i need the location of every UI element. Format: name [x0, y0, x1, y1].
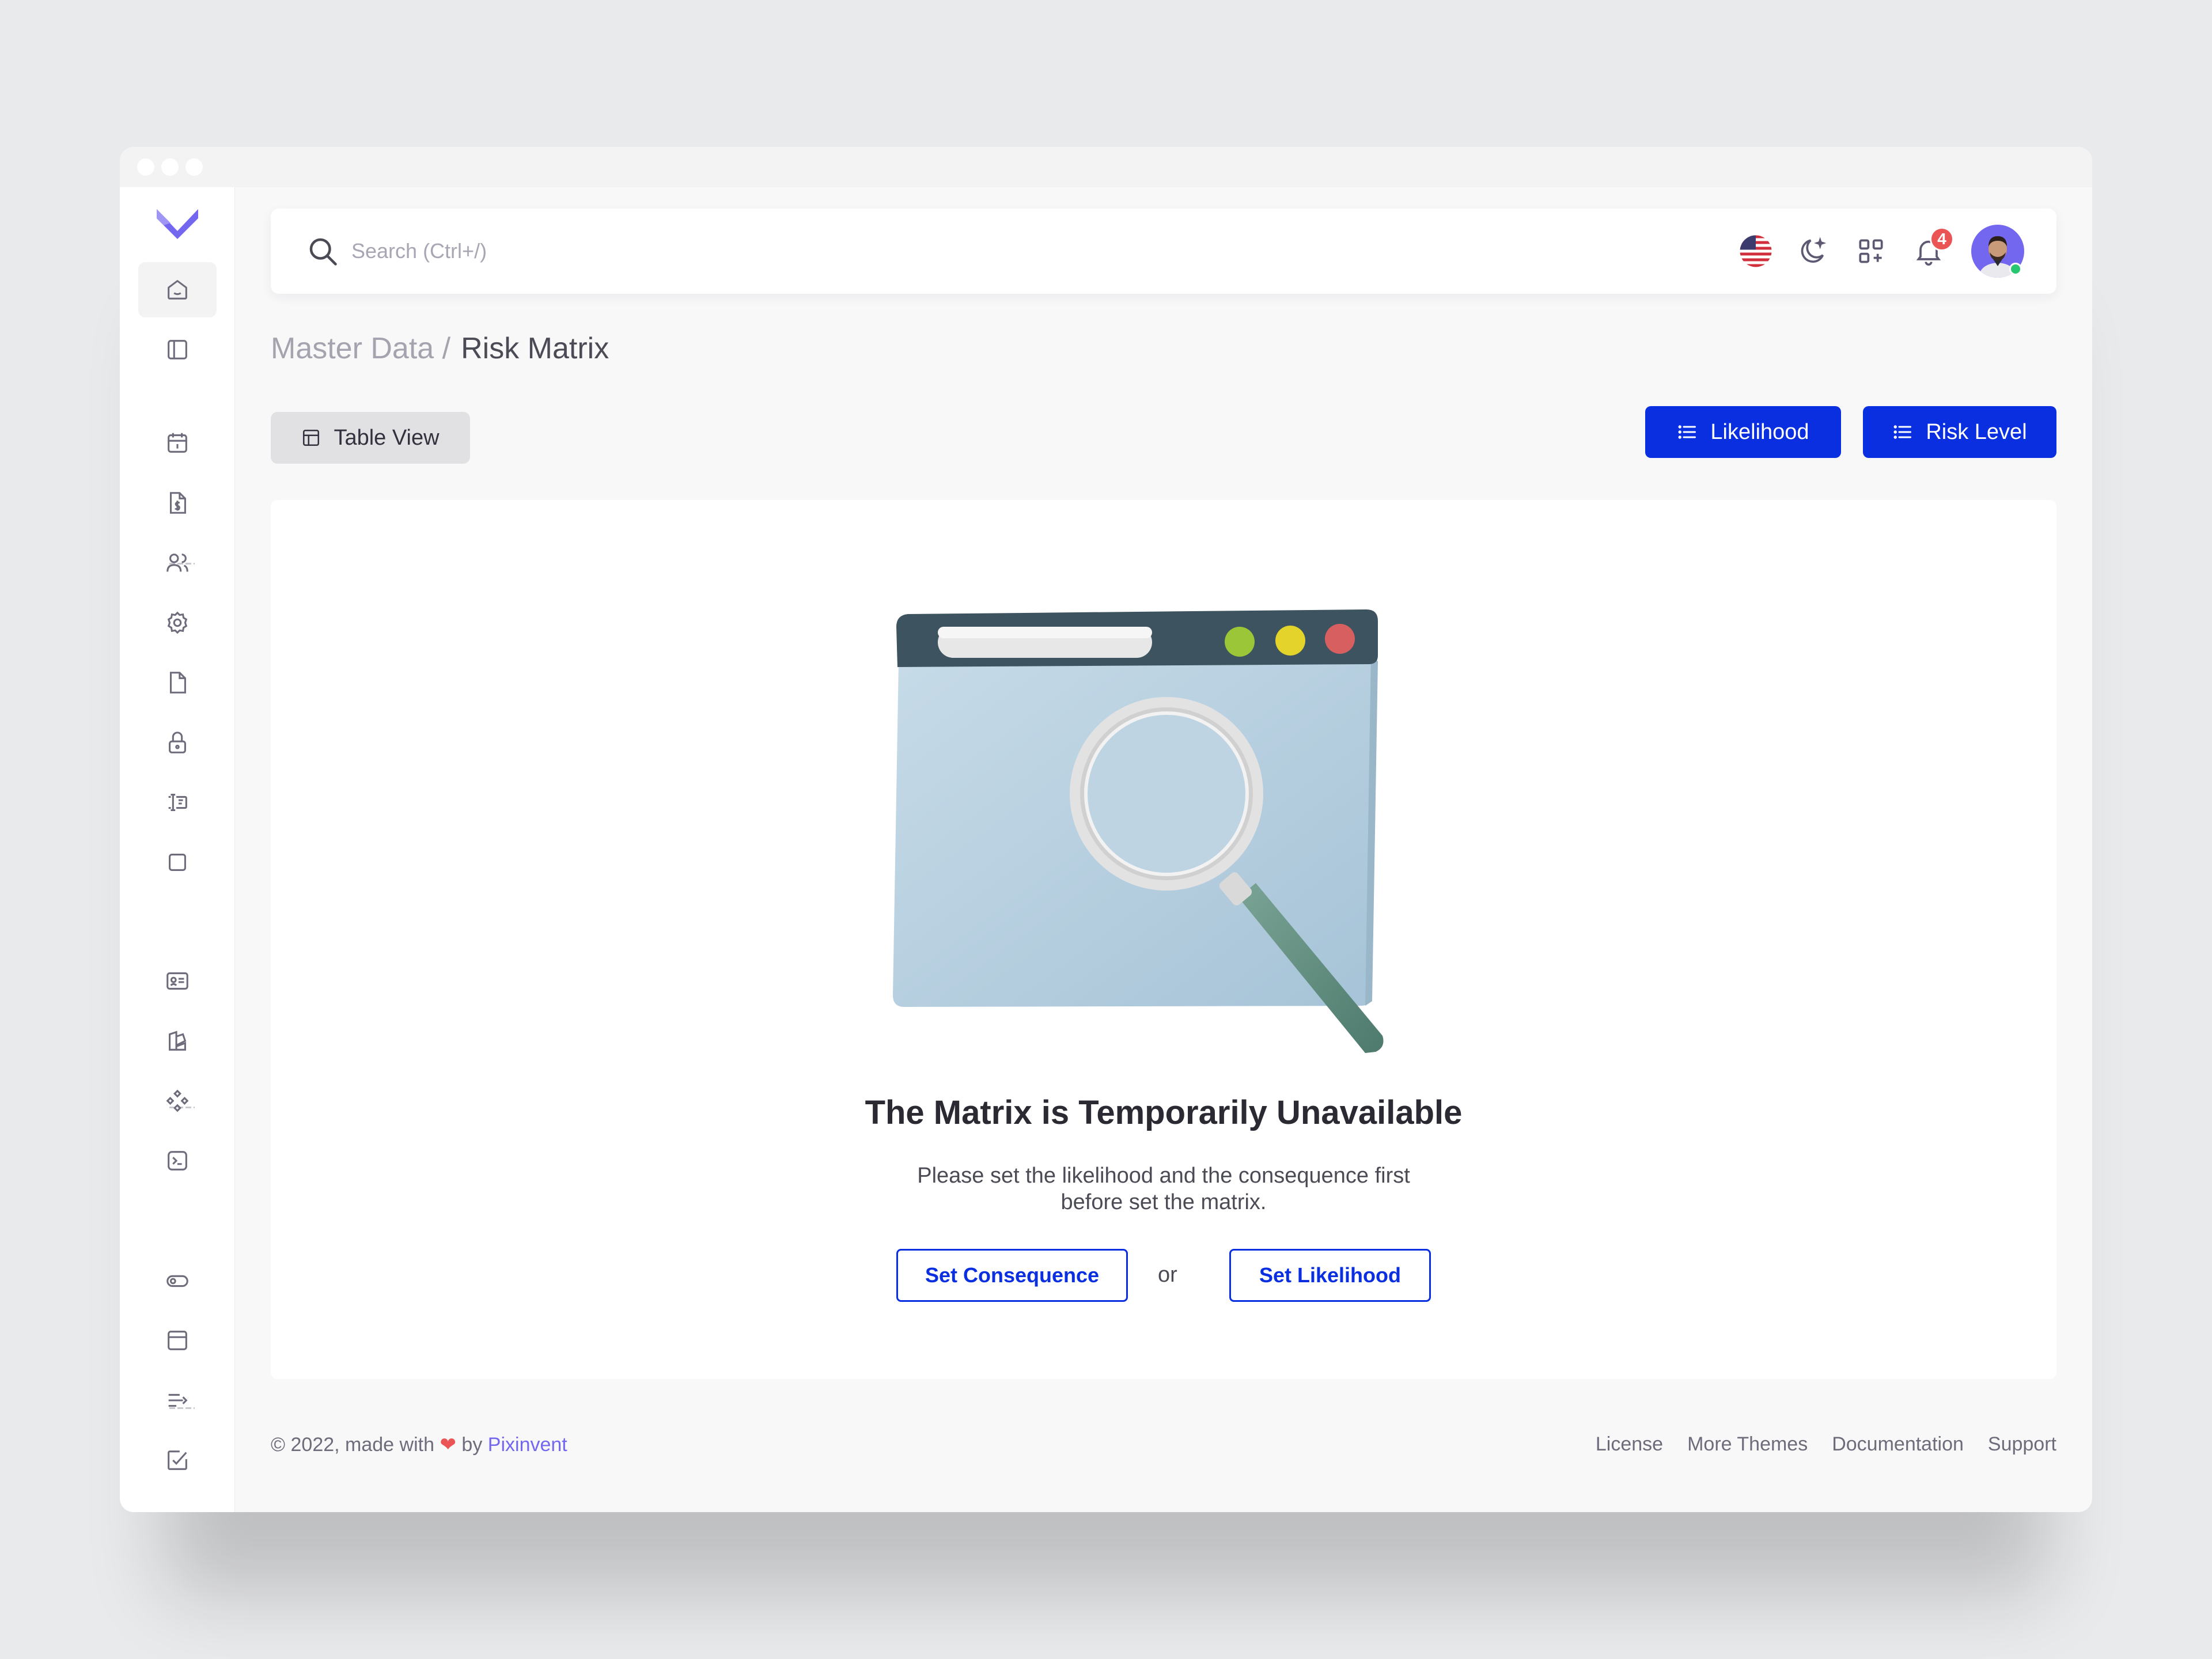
description-line: before set the matrix.	[1060, 1190, 1267, 1214]
breadcrumb: Master Data / Risk Matrix	[271, 331, 609, 366]
sidebar-item-ui[interactable]	[138, 1013, 217, 1069]
heart-icon: ❤	[440, 1434, 456, 1456]
user-avatar[interactable]	[1971, 225, 2024, 278]
search-icon[interactable]	[305, 234, 340, 268]
lock-icon	[169, 732, 186, 753]
toggle-icon	[166, 1275, 188, 1287]
calendar-icon	[168, 433, 187, 453]
sidebar-item-blank[interactable]	[138, 835, 217, 890]
risk-level-label: Risk Level	[1926, 419, 2027, 444]
window-dot	[161, 158, 179, 176]
footer-link-documentation[interactable]: Documentation	[1832, 1433, 1964, 1456]
empty-state-title: The Matrix is Temporarily Unavailable	[865, 1094, 1463, 1131]
sidebar-item-checkbox[interactable]	[138, 1433, 217, 1488]
set-consequence-button[interactable]: Set Consequence	[896, 1249, 1128, 1302]
empty-state-description: Please set the likelihood and the conseq…	[818, 1162, 1509, 1215]
sidebar-item-cards[interactable]	[138, 953, 217, 1009]
settings-icon	[167, 611, 188, 634]
sidebar-item-pages[interactable]	[138, 655, 217, 710]
brand-link[interactable]: Pixinvent	[488, 1434, 567, 1456]
notification-badge: 4	[1930, 227, 1954, 251]
empty-state-card: The Matrix is Temporarily Unavailable Pl…	[271, 500, 2056, 1379]
likelihood-button[interactable]: Likelihood	[1645, 406, 1841, 458]
sidebar-item-layouts[interactable]	[138, 322, 217, 377]
sidebar-item-settings[interactable]	[138, 595, 217, 650]
footer-links: License More Themes Documentation Suppor…	[1596, 1433, 2056, 1456]
set-likelihood-button[interactable]: Set Likelihood	[1229, 1249, 1431, 1302]
layout-sidebar-icon	[168, 340, 187, 359]
window-dot	[185, 158, 203, 176]
online-status-dot	[2009, 263, 2022, 275]
sidebar-item-list[interactable]	[138, 1373, 217, 1428]
window-dot	[137, 158, 154, 176]
top-navbar: 4	[271, 209, 2056, 294]
moon-icon[interactable]	[1796, 234, 1831, 268]
sidebar-item-toggle[interactable]	[138, 1253, 217, 1308]
file-icon	[169, 672, 186, 694]
window-titlebar	[120, 147, 2092, 187]
sidebar-item-calendar[interactable]	[138, 415, 217, 471]
page-title: Risk Matrix	[461, 332, 609, 365]
likelihood-label: Likelihood	[1710, 419, 1809, 444]
table-view-button[interactable]: Table View	[271, 412, 470, 464]
description-line: Please set the likelihood and the conseq…	[917, 1164, 1410, 1188]
brand-logo-icon[interactable]	[154, 206, 200, 240]
apps-grid-icon[interactable]	[1854, 234, 1888, 268]
sidebar-item-users[interactable]	[138, 535, 217, 590]
invoice-icon	[169, 492, 186, 514]
sidebar-item-extensions[interactable]	[138, 1133, 217, 1188]
terminal-icon	[168, 1151, 187, 1171]
search-input[interactable]	[351, 234, 870, 268]
sidebar-item-forms[interactable]	[138, 775, 217, 830]
users-icon	[166, 554, 188, 572]
sidebar	[120, 187, 235, 1512]
browser-magnifier-illustration	[893, 609, 1384, 1053]
sidebar-item-invoice[interactable]	[138, 475, 217, 531]
list-icon	[1678, 425, 1696, 439]
home-icon	[168, 280, 187, 300]
sidebar-item-components[interactable]	[138, 1073, 217, 1128]
footer-link-more-themes[interactable]: More Themes	[1687, 1433, 1808, 1456]
table-view-label: Table View	[334, 425, 440, 450]
language-flag-icon[interactable]	[1738, 234, 1773, 268]
id-card-icon	[166, 972, 188, 990]
sidebar-item-window[interactable]	[138, 1313, 217, 1368]
table-icon	[303, 429, 320, 446]
breadcrumb-parent[interactable]: Master Data /	[271, 332, 450, 365]
footer-copyright: © 2022, made with ❤ by Pixinvent	[271, 1433, 567, 1456]
sidebar-item-auth[interactable]	[138, 715, 217, 770]
window-icon	[168, 1331, 187, 1350]
by-text: by	[461, 1434, 483, 1456]
square-icon	[169, 854, 186, 871]
footer-link-support[interactable]: Support	[1988, 1433, 2056, 1456]
components-icon	[166, 1089, 189, 1112]
footer: © 2022, made with ❤ by Pixinvent License…	[271, 1433, 2056, 1462]
list-icon	[1893, 425, 1912, 439]
footer-link-license[interactable]: License	[1596, 1433, 1663, 1456]
text-cursor-icon	[168, 794, 187, 811]
sidebar-item-home[interactable]	[138, 262, 217, 317]
risk-level-button[interactable]: Risk Level	[1863, 406, 2056, 458]
copyright-text: © 2022, made with	[271, 1434, 434, 1456]
or-separator: or	[1158, 1263, 1177, 1287]
checkbox-icon	[168, 1450, 187, 1470]
shapes-icon	[169, 1031, 187, 1051]
align-arrow-icon	[168, 1393, 188, 1407]
